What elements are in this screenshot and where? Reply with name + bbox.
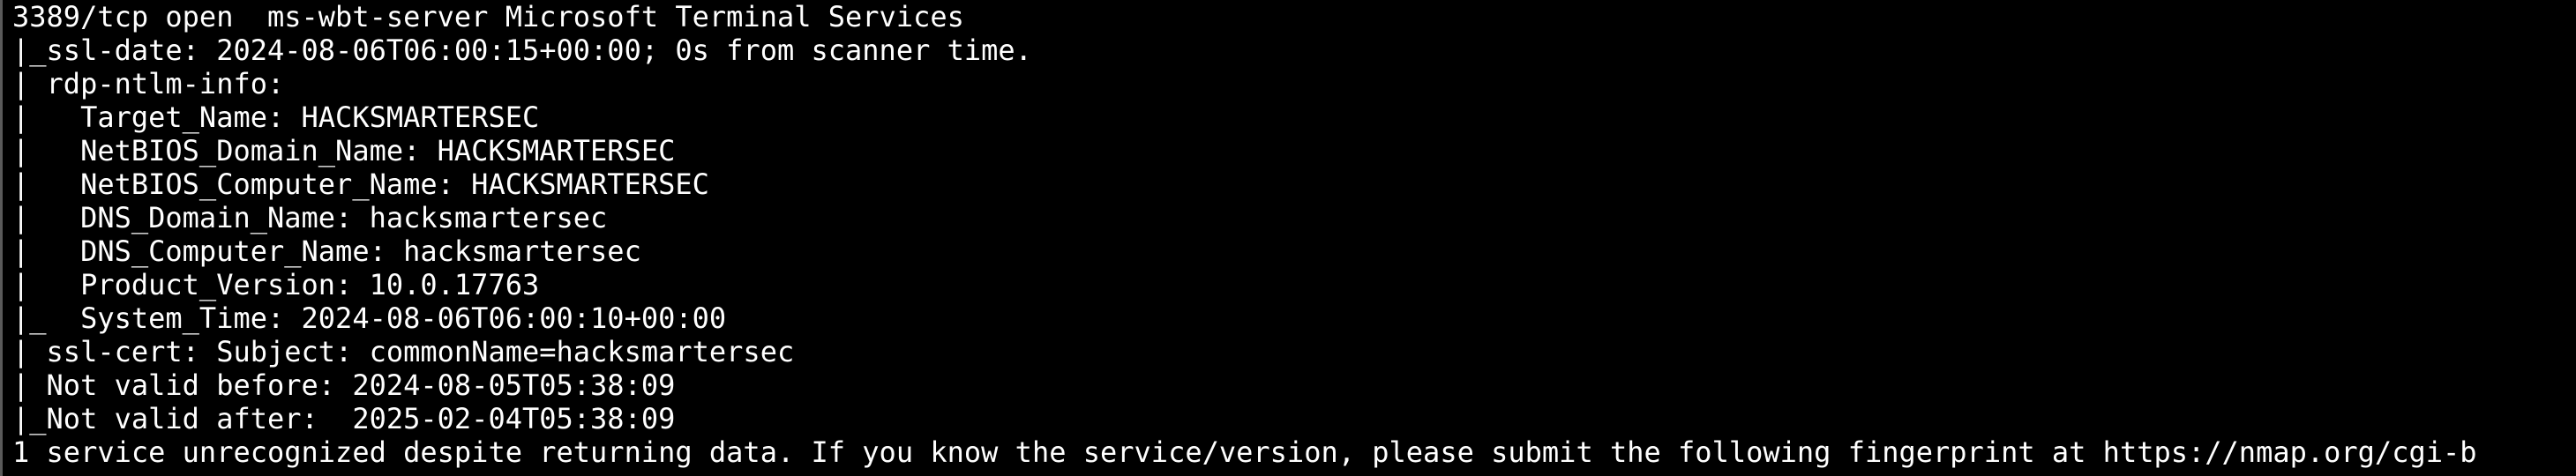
terminal-line-dns-computer: | DNS_Computer_Name: hacksmartersec <box>12 234 641 268</box>
terminal-line-target-name: | Target_Name: HACKSMARTERSEC <box>12 100 540 134</box>
terminal-line-not-valid-after: |_Not valid after: 2025-02-04T05:38:09 <box>12 402 676 435</box>
terminal-output: 3389/tcp open ms-wbt-server Microsoft Te… <box>12 0 2477 469</box>
terminal-line-dns-domain: | DNS_Domain_Name: hacksmartersec <box>12 201 608 234</box>
terminal-line-not-valid-before: | Not valid before: 2024-08-05T05:38:09 <box>12 368 676 402</box>
terminal-window[interactable]: 3389/tcp open ms-wbt-server Microsoft Te… <box>0 0 2576 476</box>
terminal-line-port: 3389/tcp open ms-wbt-server Microsoft Te… <box>12 0 964 33</box>
terminal-line-unrecognized-service: 1 service unrecognized despite returning… <box>12 435 2477 469</box>
terminal-line-ssl-date: |_ssl-date: 2024-08-06T06:00:15+00:00; 0… <box>12 33 1032 67</box>
terminal-left-border <box>0 0 3 476</box>
terminal-line-rdp-ntlm-info: | rdp-ntlm-info: <box>12 67 285 100</box>
terminal-line-netbios-domain: | NetBIOS_Domain_Name: HACKSMARTERSEC <box>12 134 676 167</box>
terminal-line-ssl-cert-subject: | ssl-cert: Subject: commonName=hacksmar… <box>12 335 795 368</box>
terminal-line-netbios-computer: | NetBIOS_Computer_Name: HACKSMARTERSEC <box>12 167 709 201</box>
terminal-line-product-version: | Product_Version: 10.0.17763 <box>12 268 540 301</box>
terminal-line-system-time: |_ System_Time: 2024-08-06T06:00:10+00:0… <box>12 301 727 335</box>
